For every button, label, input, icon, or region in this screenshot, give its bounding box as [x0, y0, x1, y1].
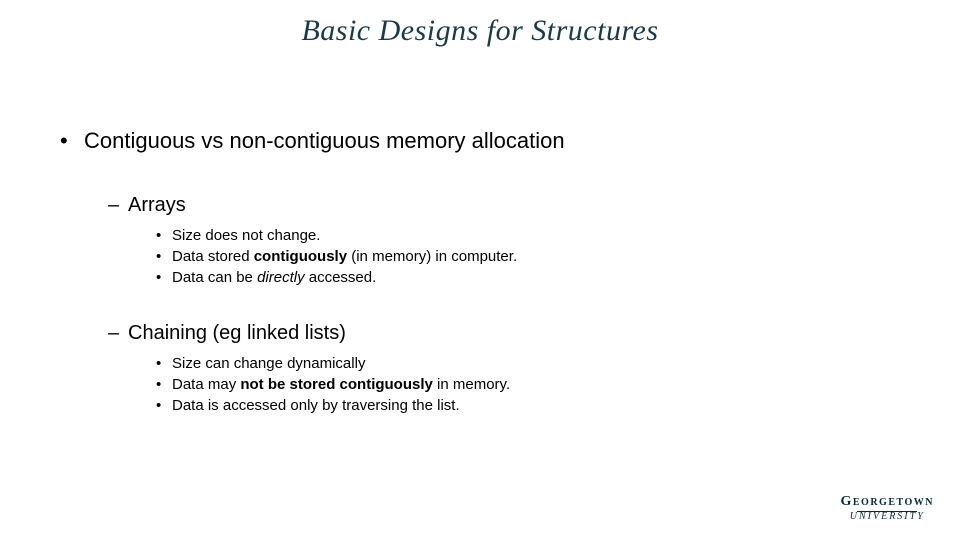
arrays-block: –Arrays •Size does not change. •Data sto… [60, 194, 900, 288]
dot-marker: • [156, 246, 172, 267]
bullet-text: Chaining (eg linked lists) [128, 322, 346, 344]
bullet-level3: •Data may not be stored contiguously in … [156, 374, 900, 395]
bullet-text: Data is accessed only by traversing the … [172, 397, 460, 414]
bullet-level3: •Size can change dynamically [156, 353, 900, 374]
bullet-text: Contiguous vs non-contiguous memory allo… [84, 128, 565, 153]
slide: Basic Designs for Structures •Contiguous… [0, 0, 960, 540]
bullet-text: Size does not change. [172, 227, 320, 244]
chaining-block: –Chaining (eg linked lists) •Size can ch… [60, 322, 900, 416]
content-area: •Contiguous vs non-contiguous memory all… [60, 128, 900, 450]
bullet-marker: • [60, 128, 84, 154]
logo-line2: UNIVERSITY [841, 511, 935, 522]
dot-marker: • [156, 374, 172, 395]
bullet-level3: •Data stored contiguously (in memory) in… [156, 246, 900, 267]
bullet-level3: •Size does not change. [156, 225, 900, 246]
bullet-text: Data can be [172, 269, 257, 286]
dot-marker: • [156, 353, 172, 374]
bullet-text: accessed. [305, 269, 377, 286]
bullet-level2: –Chaining (eg linked lists) [108, 322, 900, 345]
italic-text: directly [257, 269, 305, 286]
bold-text: contiguously [254, 248, 347, 265]
bullet-text: Arrays [128, 194, 186, 216]
dot-marker: • [156, 395, 172, 416]
dot-marker: • [156, 225, 172, 246]
bullet-text: in memory. [433, 376, 510, 393]
bullet-level3: •Data can be directly accessed. [156, 267, 900, 288]
bullet-text: Data may [172, 376, 240, 393]
bullet-level1: •Contiguous vs non-contiguous memory all… [60, 128, 900, 154]
page-title: Basic Designs for Structures [0, 14, 960, 48]
dash-marker: – [108, 322, 128, 345]
bullet-text: Size can change dynamically [172, 355, 365, 372]
bold-text: not be stored contiguously [240, 376, 433, 393]
bullet-level2: –Arrays [108, 194, 900, 217]
bullet-text: (in memory) in computer. [347, 248, 517, 265]
logo-line1: Georgetown [841, 494, 935, 510]
dot-marker: • [156, 267, 172, 288]
bullet-text: Data stored [172, 248, 254, 265]
bullet-level3: •Data is accessed only by traversing the… [156, 395, 900, 416]
dash-marker: – [108, 194, 128, 217]
georgetown-logo: Georgetown UNIVERSITY [841, 494, 935, 522]
